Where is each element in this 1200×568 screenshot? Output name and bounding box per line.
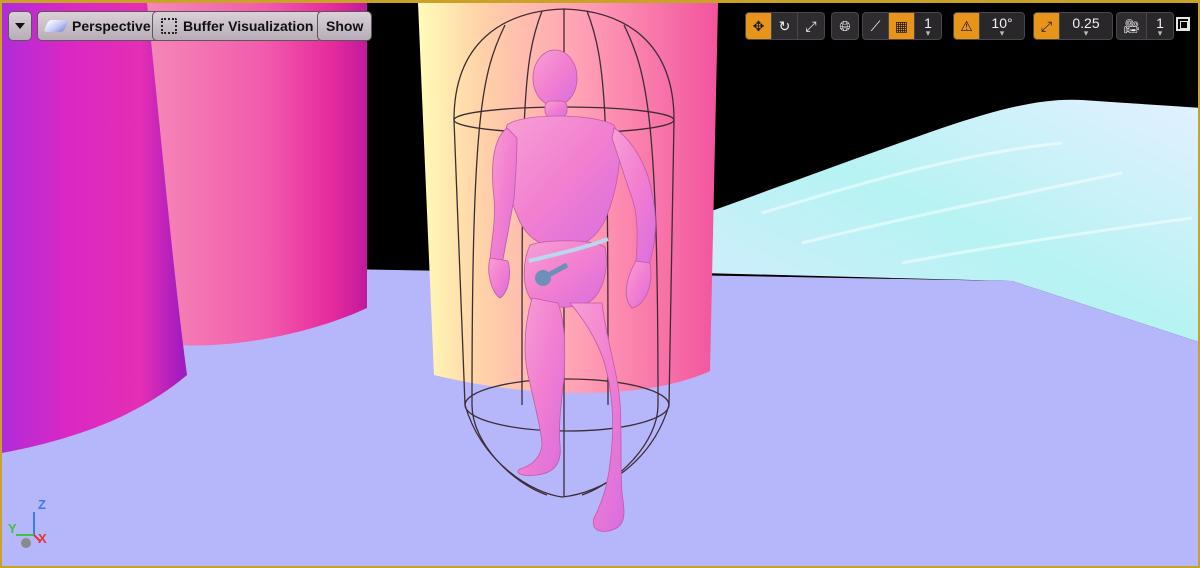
viewport-options-button[interactable] bbox=[8, 11, 32, 41]
camera-speed-button[interactable]: 🎥︎ bbox=[1117, 13, 1147, 39]
surface-snap-icon: ⟋ bbox=[870, 17, 881, 34]
rotation-snap-value[interactable]: 10° ▾ bbox=[980, 13, 1024, 39]
scale-snap-value[interactable]: 0.25 ▾ bbox=[1060, 13, 1112, 39]
grid-snap-value[interactable]: 1 ▾ bbox=[915, 13, 941, 39]
translate-tool-button[interactable]: ✥ bbox=[746, 13, 772, 39]
rotation-snap-toggle[interactable]: ⚠︎ bbox=[954, 13, 980, 39]
buffer-visualization-label: Buffer Visualization bbox=[183, 18, 314, 34]
rotation-snap-icon: ⚠︎ bbox=[960, 17, 973, 34]
translate-icon: ✥ bbox=[752, 17, 765, 34]
maximize-viewport-icon[interactable] bbox=[1176, 17, 1190, 31]
scale-snap-icon: ⤢ bbox=[1040, 17, 1053, 34]
rotate-tool-button[interactable]: ↻ bbox=[772, 13, 798, 39]
coordinate-space-group: 🌐︎ bbox=[831, 12, 859, 40]
camera-speed-icon: 🎥︎ bbox=[1122, 17, 1141, 34]
coordinate-space-button[interactable]: 🌐︎ bbox=[832, 13, 858, 39]
axis-y-label: Y bbox=[8, 521, 17, 536]
camera-speed-group: 🎥︎ 1 ▾ bbox=[1116, 12, 1174, 40]
level-viewport[interactable]: Z Y X Perspective Buffer Visualization S… bbox=[0, 0, 1200, 568]
grid-icon: ▦ bbox=[894, 17, 909, 34]
transform-tools-group: ✥ ↻ ⤢ bbox=[745, 12, 825, 40]
camera-speed-value[interactable]: 1 ▾ bbox=[1147, 13, 1173, 39]
viewport-toolbar: Perspective Buffer Visualization Show ✥ … bbox=[2, 3, 1198, 49]
scale-tool-button[interactable]: ⤢ bbox=[798, 13, 824, 39]
perspective-icon bbox=[43, 20, 69, 32]
chevron-down-icon bbox=[15, 23, 25, 29]
show-button[interactable]: Show bbox=[317, 11, 373, 41]
axis-x-label: X bbox=[38, 531, 47, 546]
rotation-snap-group: ⚠︎ 10° ▾ bbox=[953, 12, 1025, 40]
show-label: Show bbox=[326, 18, 364, 34]
perspective-label: Perspective bbox=[72, 18, 151, 34]
scale-icon: ⤢ bbox=[805, 17, 817, 34]
grid-snap-toggle[interactable]: ▦ bbox=[889, 13, 915, 39]
scene-render[interactable] bbox=[2, 3, 1200, 568]
buffer-visualization-icon bbox=[161, 18, 177, 34]
rotate-icon: ↻ bbox=[778, 17, 791, 34]
scale-snap-group: ⤢ 0.25 ▾ bbox=[1033, 12, 1113, 40]
axis-z-label: Z bbox=[38, 497, 46, 512]
surface-snapping-button[interactable]: ⟋ bbox=[863, 13, 889, 39]
grid-snap-group: ⟋ ▦ 1 ▾ bbox=[862, 12, 942, 40]
perspective-button[interactable]: Perspective bbox=[37, 11, 160, 41]
globe-icon: 🌐︎ bbox=[839, 17, 851, 34]
buffer-visualization-button[interactable]: Buffer Visualization bbox=[152, 11, 323, 41]
scale-snap-toggle[interactable]: ⤢ bbox=[1034, 13, 1060, 39]
